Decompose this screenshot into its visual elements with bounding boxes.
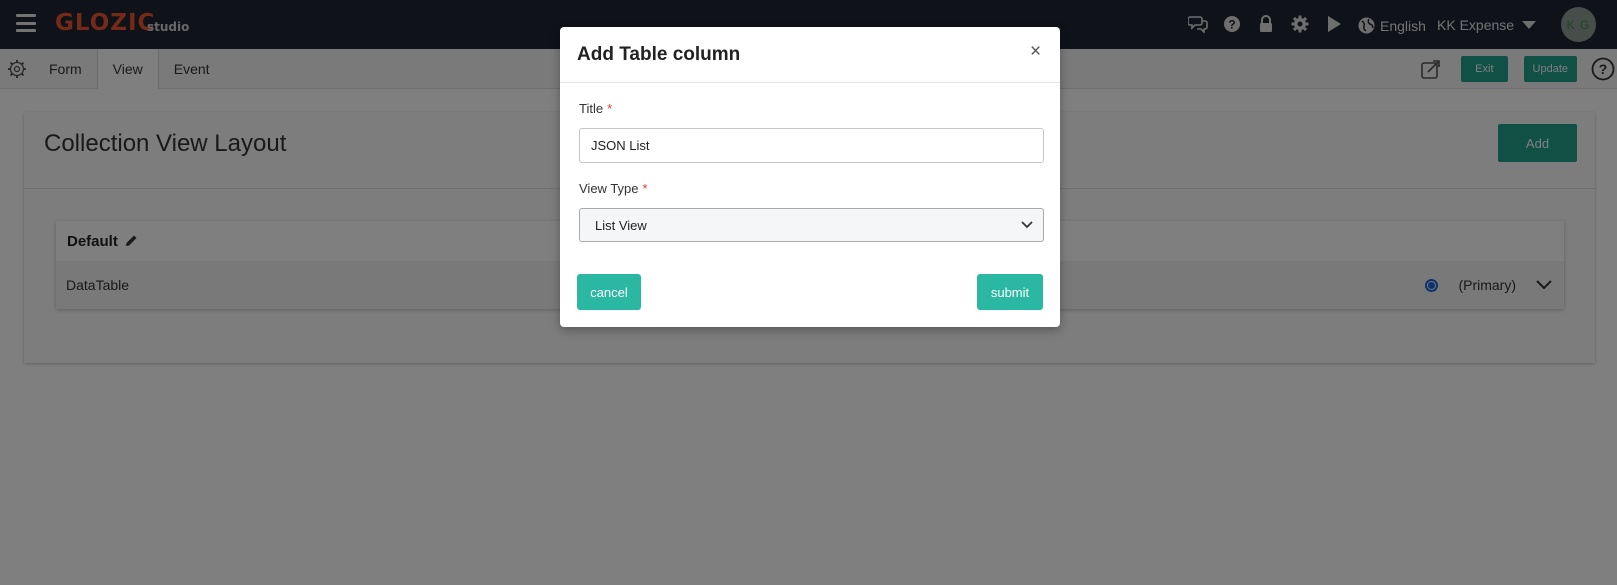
dialog-header: Add Table column × [560,27,1060,83]
close-icon[interactable]: × [1030,42,1041,61]
view-type-select[interactable]: List View [579,208,1044,242]
title-field-label: Title * [579,101,612,116]
submit-button[interactable]: submit [977,274,1043,310]
view-type-label-text: View Type [579,181,639,196]
add-table-column-dialog: Add Table column × Title * JSON List View… [560,27,1060,327]
select-chevron-icon [1021,221,1033,229]
required-mark: * [642,181,648,196]
dialog-title: Add Table column [577,44,741,65]
title-input[interactable]: JSON List [579,128,1044,163]
view-type-selected: List View [595,217,647,233]
view-type-field-label: View Type * [579,181,648,196]
required-mark: * [607,101,613,116]
title-label-text: Title [579,101,604,116]
cancel-button[interactable]: cancel [577,274,641,310]
